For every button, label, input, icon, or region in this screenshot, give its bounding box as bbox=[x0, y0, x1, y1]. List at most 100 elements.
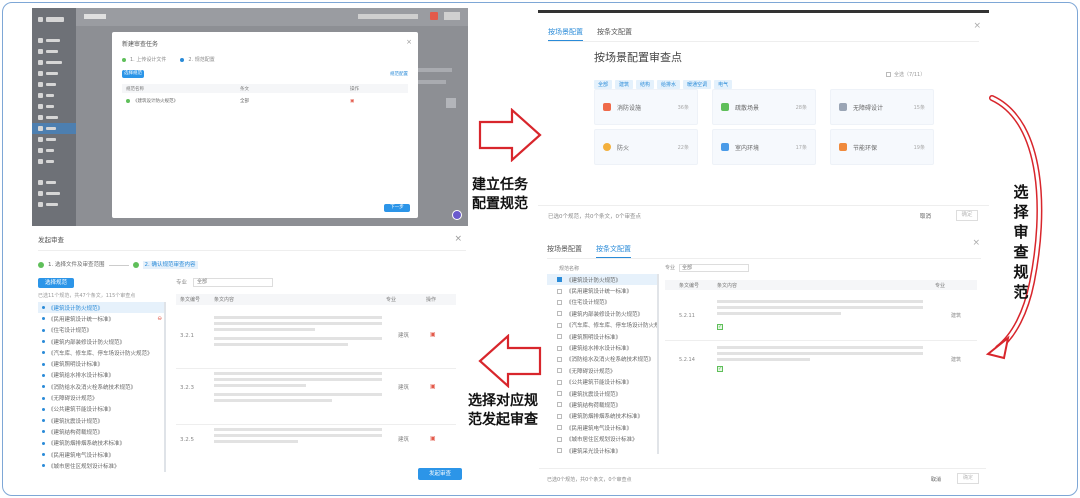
rule-config-link[interactable]: 规范配置 bbox=[390, 71, 408, 79]
close-icon[interactable]: × bbox=[454, 234, 462, 244]
chip-water[interactable]: 给排水 bbox=[657, 80, 681, 89]
list-item[interactable]: 《建筑内部装修设计防火规范》 bbox=[547, 308, 659, 319]
list-item[interactable]: 《民用建筑电气设计标准》 bbox=[38, 449, 164, 460]
scene-card[interactable]: 无障碍设计 15条 bbox=[830, 89, 934, 125]
step-active-icon bbox=[180, 58, 185, 62]
assistant-icon[interactable] bbox=[452, 210, 462, 220]
step-2: 2. 规范配置 bbox=[188, 57, 215, 63]
select-rule-button[interactable]: 选择规范 bbox=[38, 278, 74, 288]
list-scrollbar[interactable] bbox=[164, 302, 166, 472]
sidebar-item[interactable] bbox=[32, 177, 76, 188]
selection-summary: 已选0个规范，共0个条文，0个审查点 bbox=[548, 214, 641, 220]
tab-by-clause[interactable]: 按条文配置 bbox=[597, 27, 632, 41]
list-item[interactable]: 《无障碍设计规范》 bbox=[38, 392, 164, 403]
clause-text bbox=[214, 316, 382, 346]
list-item[interactable]: 《无障碍设计规范》 bbox=[547, 365, 659, 376]
list-item[interactable]: 《建筑结构荷载规范》 bbox=[547, 399, 659, 410]
confirm-button[interactable]: 确定 bbox=[956, 210, 978, 221]
sidebar-item[interactable] bbox=[32, 90, 76, 101]
confirm-button[interactable]: 确定 bbox=[957, 473, 979, 484]
list-item[interactable]: 《建筑设计防火规范》 bbox=[38, 302, 164, 314]
list-item[interactable]: 《城市居住区规划设计标准》 bbox=[547, 433, 659, 444]
delete-icon[interactable]: ▣ bbox=[430, 383, 436, 390]
list-item[interactable]: 《建筑给水排水设计标准》 bbox=[38, 370, 164, 381]
start-review-button[interactable]: 发起审查 bbox=[418, 468, 462, 480]
list-item[interactable]: 《建筑结构荷载规范》 bbox=[38, 426, 164, 437]
step-3-caption-line-2: 范发起审查 bbox=[468, 412, 538, 428]
table-row: 3.2.1 建筑 ▣ bbox=[176, 308, 456, 366]
sidebar-item[interactable] bbox=[32, 134, 76, 145]
delete-icon[interactable]: ▣ bbox=[430, 331, 436, 338]
list-item[interactable]: 《城市居住区规划设计标准》 bbox=[38, 460, 164, 471]
sidebar-item[interactable] bbox=[32, 57, 76, 68]
discipline-select[interactable]: 全部 bbox=[193, 278, 274, 287]
list-item[interactable]: 《建筑抗震设计规范》 bbox=[547, 388, 659, 399]
list-item[interactable]: 《消防给水及消火栓系统技术规范》 bbox=[38, 381, 164, 392]
evacuation-icon bbox=[721, 103, 729, 111]
select-all-checkbox[interactable]: 全选（7/11） bbox=[886, 71, 925, 78]
chip-all[interactable]: 全部 bbox=[594, 80, 613, 89]
tab-by-scene[interactable]: 按场景配置 bbox=[547, 244, 582, 258]
close-icon[interactable]: × bbox=[972, 238, 980, 248]
tab-by-scene[interactable]: 按场景配置 bbox=[548, 27, 583, 41]
list-item[interactable]: 《住宅设计规范》 bbox=[547, 297, 659, 308]
chip-elec[interactable]: 电气 bbox=[714, 80, 733, 89]
list-item[interactable]: 《公共建筑节能设计标准》 bbox=[547, 377, 659, 388]
list-item[interactable]: 《住宅设计规范》 bbox=[38, 325, 164, 336]
list-item[interactable]: 《建筑采光设计标准》 bbox=[547, 445, 659, 456]
sidebar-item[interactable] bbox=[32, 188, 76, 199]
list-item[interactable]: 《建筑照明设计标准》 bbox=[38, 358, 164, 369]
cancel-button[interactable]: 取消 bbox=[931, 476, 941, 484]
tab-by-clause[interactable]: 按条文配置 bbox=[596, 244, 631, 258]
list-item[interactable]: 《建筑给水排水设计标准》 bbox=[547, 342, 659, 353]
list-item[interactable]: 《汽车库、修车库、停车场设计防火规范》 bbox=[38, 347, 164, 358]
list-item[interactable]: 《消防给水及消火栓系统技术规范》 bbox=[547, 354, 659, 365]
list-item[interactable]: 《建筑照明设计标准》 bbox=[547, 331, 659, 342]
list-item[interactable]: 《建筑防烟排烟系统技术标准》 bbox=[38, 438, 164, 449]
list-scrollbar[interactable] bbox=[657, 274, 659, 454]
sidebar-item[interactable] bbox=[32, 101, 76, 112]
sidebar-item[interactable] bbox=[32, 68, 76, 79]
sidebar-item[interactable] bbox=[32, 46, 76, 57]
chip-hvac[interactable]: 暖通空调 bbox=[683, 80, 712, 89]
select-rule-button[interactable]: 选择规范 bbox=[122, 70, 144, 78]
list-item[interactable]: 《民用建筑设计统一标准》 ⊖ bbox=[38, 313, 164, 324]
scene-card[interactable]: 防火 22条 bbox=[594, 129, 698, 165]
list-item[interactable]: 《建筑内部装修设计防火规范》 bbox=[38, 336, 164, 347]
close-icon[interactable]: × bbox=[973, 21, 981, 31]
list-item[interactable]: 《建筑防烟排烟系统技术标准》 bbox=[547, 411, 659, 422]
check-icon[interactable]: ✓ bbox=[717, 324, 723, 330]
delete-icon[interactable]: ▣ bbox=[350, 99, 354, 104]
chip-arch[interactable]: 建筑 bbox=[615, 80, 634, 89]
list-item[interactable]: 《汽车库、修车库、停车场设计防火规范》 bbox=[547, 320, 659, 331]
cancel-button[interactable]: 取消 bbox=[920, 213, 931, 221]
list-item[interactable]: 《公共建筑节能设计标准》 bbox=[38, 404, 164, 415]
sidebar-item[interactable] bbox=[32, 79, 76, 90]
close-icon[interactable]: × bbox=[406, 38, 412, 46]
discipline-select[interactable]: 全部 bbox=[679, 264, 750, 272]
scene-card[interactable]: 节能环保 19条 bbox=[830, 129, 934, 165]
list-item[interactable]: 《民用建筑设计统一标准》 bbox=[547, 285, 659, 296]
check-icon[interactable]: ✓ bbox=[717, 366, 723, 372]
chip-struct[interactable]: 结构 bbox=[636, 80, 655, 89]
sidebar-item[interactable] bbox=[32, 112, 76, 123]
sidebar-item[interactable] bbox=[32, 199, 76, 210]
delete-icon[interactable]: ▣ bbox=[430, 435, 436, 442]
sidebar-item[interactable] bbox=[32, 156, 76, 167]
sidebar-item[interactable] bbox=[32, 145, 76, 156]
step-done-icon bbox=[38, 262, 44, 268]
list-item[interactable]: 《建筑设计防火规范》 bbox=[547, 274, 659, 286]
table-header: 规范名称 条文 操作 bbox=[122, 84, 408, 93]
list-item[interactable]: 《民用建筑电气设计标准》 bbox=[547, 422, 659, 433]
step-active-icon bbox=[132, 262, 139, 268]
delete-icon[interactable]: ⊖ bbox=[157, 316, 164, 322]
scene-card[interactable]: 消防设施 36条 bbox=[594, 89, 698, 125]
list-item[interactable]: 《建筑抗震设计规范》 bbox=[38, 415, 164, 426]
scene-card[interactable]: 疏散场景 28条 bbox=[712, 89, 816, 125]
indoor-env-icon bbox=[721, 143, 729, 151]
scene-card[interactable]: 室内环境 17条 bbox=[712, 129, 816, 165]
sidebar-item-active[interactable] bbox=[32, 123, 76, 134]
next-button[interactable]: 下一步 bbox=[384, 204, 410, 212]
sidebar-item[interactable] bbox=[32, 35, 76, 46]
clause-text bbox=[717, 346, 923, 361]
